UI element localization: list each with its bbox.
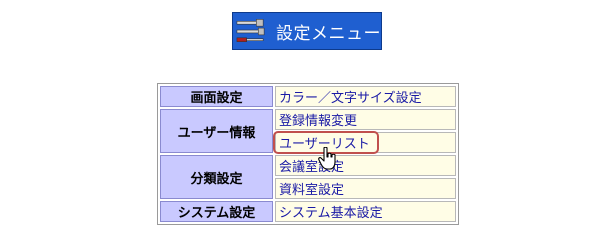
menu-row-classification: 分類設定 会議室設定 [160, 155, 456, 199]
banner-title: 設定メニュー [276, 23, 381, 44]
link-color-font-size-settings[interactable]: カラー／文字サイズ設定 [275, 86, 456, 107]
menu-row-system: システム設定 システム基本設定 [160, 201, 456, 222]
link-meeting-room-settings[interactable]: 会議室設定 [275, 155, 456, 176]
settings-menu-banner: 設定メニュー [232, 12, 382, 50]
category-classification-settings: 分類設定 [160, 155, 273, 199]
hand-pointer-icon [318, 147, 336, 170]
menu-row-user-info: ユーザー情報 登録情報変更 [160, 109, 456, 153]
category-system-settings: システム設定 [160, 201, 273, 222]
category-display-settings: 画面設定 [160, 86, 273, 107]
link-document-room-settings[interactable]: 資料室設定 [275, 178, 456, 199]
category-user-info: ユーザー情報 [160, 109, 273, 153]
link-registration-change[interactable]: 登録情報変更 [275, 109, 456, 130]
tools-icon [236, 19, 265, 42]
settings-menu-table: 画面設定 カラー／文字サイズ設定 ユーザー情報 登録情報変更 ユーザーリスト 分… [157, 83, 459, 225]
menu-row-display: 画面設定 カラー／文字サイズ設定 [160, 86, 456, 107]
link-system-basic-settings[interactable]: システム基本設定 [275, 201, 456, 222]
link-user-list[interactable]: ユーザーリスト [273, 131, 456, 154]
